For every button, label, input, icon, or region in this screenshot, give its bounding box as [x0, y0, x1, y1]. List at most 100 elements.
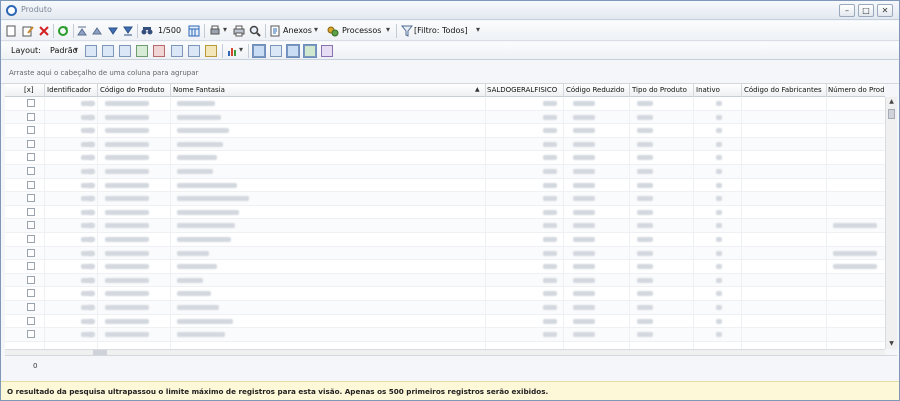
- printer-icon[interactable]: [232, 23, 246, 39]
- layout-view-icon[interactable]: [119, 45, 131, 57]
- row-checkbox[interactable]: [27, 180, 35, 189]
- layout-folder-icon[interactable]: [205, 45, 217, 57]
- scroll-down-icon[interactable]: ▼: [886, 339, 897, 349]
- view-card-icon[interactable]: [270, 45, 282, 57]
- vertical-scrollbar[interactable]: ▲ ▼: [885, 97, 897, 349]
- chart-dropdown-arrow[interactable]: ▾: [239, 45, 243, 54]
- table-row[interactable]: [5, 328, 885, 342]
- table-row[interactable]: [5, 137, 885, 152]
- processos-dropdown-arrow[interactable]: ▾: [386, 25, 390, 34]
- layout-dropdown-arrow[interactable]: ▾: [74, 45, 78, 54]
- table-row[interactable]: [5, 287, 885, 301]
- minimize-button[interactable]: –: [839, 4, 855, 17]
- row-checkbox[interactable]: [27, 207, 35, 216]
- column-header-codigo-reduzido[interactable]: Código Reduzido: [566, 86, 630, 94]
- table-row[interactable]: [5, 192, 885, 206]
- layout-export-icon[interactable]: [188, 45, 200, 57]
- refresh-icon[interactable]: [56, 23, 70, 39]
- row-checkbox[interactable]: [27, 221, 35, 230]
- row-checkbox[interactable]: [27, 330, 35, 339]
- obscured-cell: [543, 209, 557, 215]
- bar-chart-icon[interactable]: [226, 43, 238, 59]
- search-binoculars-icon[interactable]: [140, 23, 154, 39]
- view-grid-icon[interactable]: [252, 44, 266, 58]
- row-checkbox[interactable]: [27, 248, 35, 257]
- column-header-inativo[interactable]: Inativo: [696, 86, 740, 94]
- layout-columns-icon[interactable]: [171, 45, 183, 57]
- select-all-header[interactable]: [x]: [24, 86, 34, 94]
- group-by-panel[interactable]: Arraste aqui o cabeçalho de uma coluna p…: [1, 61, 899, 84]
- table-row[interactable]: [5, 206, 885, 220]
- table-row[interactable]: [5, 124, 885, 138]
- window-title: Produto: [21, 5, 52, 14]
- previous-record-icon[interactable]: [91, 23, 103, 39]
- new-record-icon[interactable]: [5, 23, 17, 39]
- obscured-cell: [637, 114, 653, 120]
- next-record-icon[interactable]: [107, 23, 119, 39]
- column-separator: [44, 84, 45, 97]
- vertical-scroll-thumb[interactable]: [888, 109, 895, 119]
- table-row[interactable]: [5, 151, 885, 165]
- column-header-nome-fantasia[interactable]: Nome Fantasia: [173, 86, 343, 94]
- table-row[interactable]: [5, 233, 885, 247]
- row-checkbox[interactable]: [27, 112, 35, 121]
- view-font-icon[interactable]: [321, 45, 333, 57]
- view-group-icon[interactable]: [303, 44, 317, 58]
- filter-selector[interactable]: [Filtro: Todos]: [414, 26, 468, 35]
- table-row[interactable]: [5, 260, 885, 274]
- table-row[interactable]: [5, 273, 885, 288]
- last-record-icon[interactable]: [122, 23, 134, 39]
- row-checkbox[interactable]: [27, 194, 35, 203]
- print-options-icon[interactable]: [208, 23, 222, 39]
- print-options-dropdown-arrow[interactable]: ▾: [223, 25, 227, 34]
- processes-gears-icon[interactable]: [326, 23, 340, 39]
- delete-record-icon[interactable]: [38, 23, 50, 39]
- table-row[interactable]: [5, 315, 885, 329]
- toolbar-separator: [53, 24, 54, 38]
- anexos-dropdown-arrow[interactable]: ▾: [314, 25, 318, 34]
- first-record-icon[interactable]: [76, 23, 88, 39]
- print-preview-icon[interactable]: [248, 23, 262, 39]
- table-row[interactable]: [5, 97, 885, 111]
- filter-funnel-icon[interactable]: [400, 23, 414, 39]
- layout-save-icon[interactable]: [85, 45, 97, 57]
- view-detail-icon[interactable]: [286, 44, 300, 58]
- table-row[interactable]: [5, 110, 885, 125]
- close-window-button[interactable]: ✕: [877, 4, 893, 17]
- column-line: [170, 97, 171, 349]
- column-header-numero-produto[interactable]: Número do Produto n: [828, 86, 885, 94]
- table-row[interactable]: [5, 301, 885, 315]
- scroll-up-icon[interactable]: ▲: [886, 97, 897, 107]
- column-header-codigo-fabricantes[interactable]: Código do Fabricantes: [744, 86, 826, 94]
- row-checkbox[interactable]: [27, 139, 35, 148]
- column-header-codigo-produto[interactable]: Código do Produto: [100, 86, 170, 94]
- layout-delete-icon[interactable]: [153, 45, 165, 57]
- calendar-grid-icon[interactable]: [187, 23, 201, 39]
- row-checkbox[interactable]: [27, 289, 35, 298]
- row-checkbox[interactable]: [27, 262, 35, 271]
- row-checkbox[interactable]: [27, 167, 35, 175]
- table-row[interactable]: [5, 219, 885, 233]
- row-checkbox[interactable]: [27, 99, 35, 107]
- processos-menu[interactable]: Processos: [342, 26, 381, 35]
- layout-add-icon[interactable]: [136, 45, 148, 57]
- row-checkbox[interactable]: [27, 126, 35, 135]
- layout-copy-icon[interactable]: [102, 45, 114, 57]
- table-row[interactable]: [5, 165, 885, 179]
- column-header-identificador[interactable]: Identificador: [47, 86, 97, 94]
- row-checkbox[interactable]: [27, 303, 35, 311]
- table-row[interactable]: [5, 246, 885, 261]
- row-checkbox[interactable]: [27, 316, 35, 325]
- edit-record-icon[interactable]: [21, 23, 35, 39]
- maximize-button[interactable]: □: [858, 4, 874, 17]
- row-checkbox[interactable]: [27, 275, 35, 284]
- obscured-cell: [105, 250, 149, 256]
- anexos-menu[interactable]: Anexos: [283, 26, 312, 35]
- row-checkbox[interactable]: [27, 235, 35, 243]
- table-row[interactable]: [5, 179, 885, 193]
- filter-dropdown-arrow[interactable]: ▾: [476, 25, 480, 34]
- attachments-icon[interactable]: [268, 23, 282, 39]
- row-checkbox[interactable]: [27, 153, 35, 162]
- column-header-tipo-produto[interactable]: Tipo do Produto: [632, 86, 694, 94]
- column-header-saldo-geral-fisico[interactable]: SALDOGERALFISICO: [487, 86, 565, 94]
